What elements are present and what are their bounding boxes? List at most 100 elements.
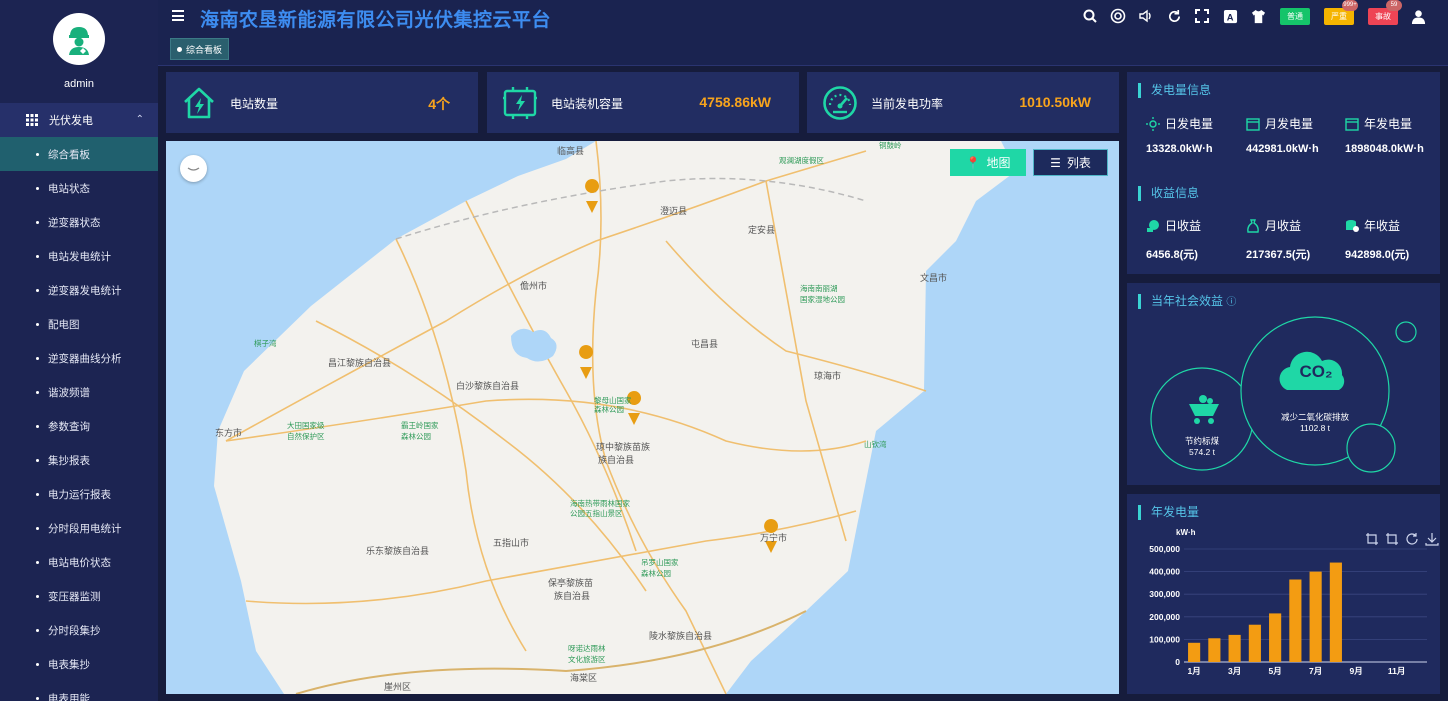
alarm-button[interactable]: 事故 59 <box>1368 0 1402 25</box>
island-map: 临高县 澄迈县 定安县 儋州市 文昌市 屯昌县 琼海市 昌江黎族自治县 白沙黎族… <box>214 141 1016 694</box>
refresh-icon[interactable] <box>1166 8 1182 24</box>
income-title: 收益信息 <box>1138 186 1199 201</box>
svg-text:山钦湾: 山钦湾 <box>864 439 887 449</box>
list-icon: ☰ <box>1050 155 1061 170</box>
bullet-icon <box>36 662 39 666</box>
sun-icon <box>1146 116 1160 131</box>
map-view-button[interactable]: 📍 地图 <box>950 149 1026 176</box>
sidebar-item[interactable]: 分时段用电统计 <box>0 511 158 545</box>
calendar-icon <box>1345 117 1359 131</box>
svg-text:昌江黎族自治县: 昌江黎族自治县 <box>328 357 391 369</box>
support-icon[interactable] <box>1110 8 1126 24</box>
sidebar: admin 光伏发电 ⌃ 综合看板电站状态 逆变器状态 电站发电统计逆变器发电统计配… <box>0 0 158 701</box>
sidebar-item[interactable]: 谐波频谱 <box>0 375 158 409</box>
sidebar-item[interactable]: 电站电价状态 <box>0 545 158 579</box>
alarm-button[interactable]: 严重 999+ <box>1324 0 1358 25</box>
bullet-icon <box>36 220 39 224</box>
monthly-income-value: 217367.5(元) <box>1246 249 1311 261</box>
x-tick-label: 1月 <box>1188 666 1201 676</box>
bar-2月 <box>1208 638 1221 662</box>
sidebar-item-label: 集抄报表 <box>48 454 90 467</box>
sidebar-item[interactable]: 逆变器状态 <box>0 205 158 239</box>
alarm-label: 普通 <box>1287 11 1303 21</box>
station-map[interactable]: 临高县 澄迈县 定安县 儋州市 文昌市 屯昌县 琼海市 昌江黎族自治县 白沙黎族… <box>166 141 1119 694</box>
x-tick-label: 5月 <box>1269 666 1282 676</box>
user-icon[interactable] <box>1410 8 1426 24</box>
svg-text:A: A <box>1226 12 1233 22</box>
sidebar-item[interactable]: 参数查询 <box>0 409 158 443</box>
list-view-button[interactable]: ☰ 列表 <box>1033 149 1108 176</box>
search-icon[interactable] <box>1082 8 1098 24</box>
sidebar-item[interactable]: 电站发电统计 <box>0 239 158 273</box>
yearly-generation-value: 1898048.0kW·h <box>1345 143 1424 155</box>
translate-icon[interactable]: A <box>1222 8 1238 24</box>
menu-group-pv[interactable]: 光伏发电 ⌃ <box>0 103 158 137</box>
svg-text:森林公园: 森林公园 <box>594 404 624 414</box>
sidebar-item-label: 分时段集抄 <box>48 624 101 637</box>
skin-icon[interactable] <box>1250 8 1266 24</box>
volume-icon[interactable] <box>1138 8 1154 24</box>
svg-text:海南热带雨林国家: 海南热带雨林国家 <box>570 498 630 508</box>
sidebar-item-label: 变压器监测 <box>48 590 101 603</box>
sidebar-item[interactable]: 电力运行报表 <box>0 477 158 511</box>
y-tick-label: 100,000 <box>1149 634 1180 644</box>
yearly-chart-panel: 年发电量 kW·h 500,000 400,000 300,000 200,000 10… <box>1127 494 1440 694</box>
coal-cart-icon <box>1189 395 1219 424</box>
tab-dashboard[interactable]: 综合看板 <box>170 38 230 60</box>
sidebar-item-label: 电力运行报表 <box>48 488 111 501</box>
avatar[interactable] <box>53 13 105 65</box>
svg-text:森林公园: 森林公园 <box>401 431 431 441</box>
svg-text:白沙黎族自治县: 白沙黎族自治县 <box>456 380 519 392</box>
svg-text:儋州市: 儋州市 <box>520 280 547 292</box>
svg-text:文化旅游区: 文化旅游区 <box>568 654 606 664</box>
tab-label: 综合看板 <box>186 44 223 55</box>
metric-label-text: 日发电量 <box>1165 117 1214 131</box>
alarm-label: 严重 <box>1331 11 1347 21</box>
svg-text:霸王岭国家: 霸王岭国家 <box>401 420 439 430</box>
sidebar-item-label: 综合看板 <box>48 148 90 161</box>
svg-text:海棠区: 海棠区 <box>570 672 597 684</box>
user-profile: admin <box>0 0 158 103</box>
yearly-income-label: 年收益 <box>1345 217 1400 234</box>
svg-text:吊罗山国家: 吊罗山国家 <box>641 557 679 567</box>
alarm-button[interactable]: 普通 <box>1280 7 1310 25</box>
speedometer-icon <box>821 84 859 122</box>
bullet-icon <box>36 628 39 632</box>
fullscreen-icon[interactable] <box>1194 8 1210 24</box>
map-view-label: 地图 <box>986 156 1011 170</box>
svg-text:大田国家级: 大田国家级 <box>287 420 325 430</box>
metric-label-text: 年发电量 <box>1364 117 1413 131</box>
svg-text:澄迈县: 澄迈县 <box>660 205 687 217</box>
sidebar-item-label: 逆变器发电统计 <box>48 284 122 297</box>
menu-toggle-icon[interactable] <box>172 10 184 21</box>
eye-toggle-icon[interactable] <box>180 155 207 182</box>
list-view-label: 列表 <box>1066 156 1091 170</box>
sidebar-item[interactable]: 集抄报表 <box>0 443 158 477</box>
svg-text:琼海市: 琼海市 <box>814 370 841 382</box>
worker-icon <box>69 27 89 55</box>
sidebar-item[interactable]: 电表用能 <box>0 681 158 701</box>
daily-income-label: 日收益 <box>1146 217 1201 234</box>
yearly-income-value: 942898.0(元) <box>1345 249 1410 261</box>
stat-card-capacity: 电站装机容量 4758.86kW <box>487 72 799 133</box>
app-title: 海南农垦新能源有限公司光伏集控云平台 <box>200 10 552 31</box>
sidebar-item[interactable]: 分时段集抄 <box>0 613 158 647</box>
sidebar-item[interactable]: 电站状态 <box>0 171 158 205</box>
generation-title: 发电量信息 <box>1138 83 1211 98</box>
coal-saving-value: 574.2 t <box>1189 447 1215 457</box>
monthly-generation-value: 442981.0kW·h <box>1246 143 1319 155</box>
x-tick-label: 11月 <box>1388 666 1406 676</box>
bar-3月 <box>1228 634 1241 662</box>
sidebar-item[interactable]: 电表集抄 <box>0 647 158 681</box>
sidebar-item[interactable]: 逆变器曲线分析 <box>0 341 158 375</box>
co2-reduction-value: 1102.8 t <box>1299 423 1331 433</box>
coal-saving-label: 节约标煤 <box>1184 436 1219 446</box>
location-pin-icon: 📍 <box>965 155 981 170</box>
y-tick-label: 200,000 <box>1149 612 1180 622</box>
sidebar-item[interactable]: 变压器监测 <box>0 579 158 613</box>
sidebar-item[interactable]: 逆变器发电统计 <box>0 273 158 307</box>
sidebar-item[interactable]: 配电图 <box>0 307 158 341</box>
bullet-icon <box>36 390 39 394</box>
bullet-icon <box>36 254 39 258</box>
sidebar-item[interactable]: 综合看板 <box>0 137 158 171</box>
